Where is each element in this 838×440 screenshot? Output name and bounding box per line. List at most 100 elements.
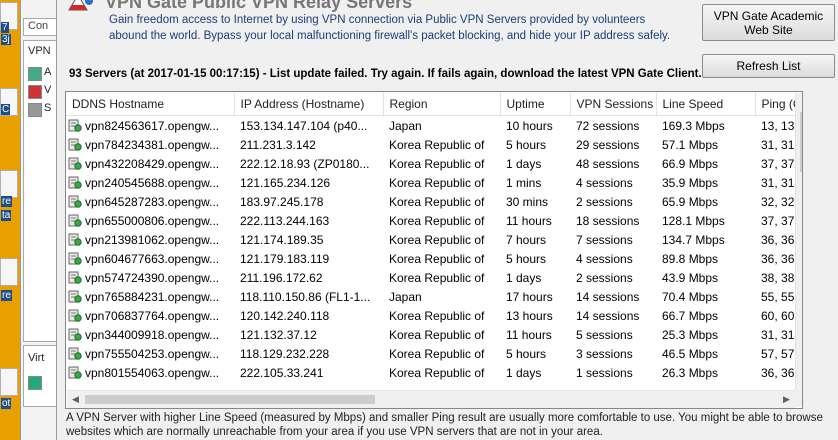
background-item-label[interactable]: S: [44, 102, 51, 114]
hostname-text: vpn784234381.opengw...: [85, 137, 220, 152]
cell-region: Korea Republic of: [389, 327, 485, 342]
table-row[interactable]: vpn432208429.opengw... 222.12.18.93 (ZP01…: [66, 154, 802, 173]
cell-ip-address: 222.105.33.241: [240, 365, 324, 380]
cell-vpn-sessions: 2 sessions: [576, 270, 633, 285]
cell-ip-address: 120.142.240.118: [240, 308, 330, 323]
cell-hostname: vpn765884231.opengw...: [66, 287, 234, 306]
table-row[interactable]: vpn784234381.opengw... 211.231.3.142 Korea…: [66, 135, 802, 154]
vpn-server-icon: [68, 290, 82, 303]
cell-hostname: vpn344009918.opengw...: [66, 325, 234, 344]
cell-vpn-sessions: 48 sessions: [576, 156, 640, 171]
scroll-left-arrow-icon[interactable]: ◀: [67, 391, 84, 408]
cell-uptime: 17 hours: [506, 289, 553, 304]
cell-uptime: 30 mins: [506, 194, 549, 209]
hostname-text: vpn432208429.opengw...: [85, 156, 220, 171]
table-row[interactable]: vpn755504253.opengw... 118.129.232.228 Kor…: [66, 344, 802, 363]
table-row[interactable]: vpn765884231.opengw... 118.110.150.86 (FL…: [66, 287, 802, 306]
desktop-file-icon[interactable]: [0, 368, 18, 396]
cell-line-speed: 134.7 Mbps: [662, 232, 725, 247]
cell-region: Korea Republic of: [389, 137, 485, 152]
cell-hostname: vpn706837764.opengw...: [66, 306, 234, 325]
hostname-text: vpn655000806.opengw...: [85, 213, 220, 228]
cell-region: Korea Republic of: [389, 232, 485, 247]
cell-vpn-sessions: 3 sessions: [576, 346, 633, 361]
table-row[interactable]: vpn344009918.opengw... 121.132.37.12 Korea…: [66, 325, 802, 344]
cell-vpn-sessions: 14 sessions: [576, 308, 640, 323]
cell-uptime: 10 hours: [506, 118, 553, 133]
vpn-server-icon: [68, 271, 82, 284]
cell-line-speed: 25.3 Mbps: [662, 327, 719, 342]
vpn-server-icon: [68, 138, 82, 151]
column-header-line-speed[interactable]: Line Speed: [656, 92, 756, 116]
scroll-up-arrow-icon[interactable]: ▲: [796, 93, 802, 110]
scroll-right-arrow-icon[interactable]: ▶: [778, 391, 795, 408]
vpn-server-icon: [68, 119, 82, 132]
hostname-text: vpn755504253.opengw...: [85, 346, 220, 361]
refresh-list-button[interactable]: Refresh List: [702, 54, 835, 78]
cell-ip-address: 211.231.3.142: [240, 137, 316, 152]
hostname-text: vpn240545688.opengw...: [85, 175, 220, 190]
cell-uptime: 11 hours: [506, 327, 552, 342]
server-list[interactable]: DDNS Hostname IP Address (Hostname) Regi…: [65, 91, 803, 409]
cell-line-speed: 46.5 Mbps: [662, 346, 719, 361]
vpn-server-icon: [68, 366, 82, 379]
footer-hint: A VPN Server with higher Line Speed (mea…: [66, 412, 823, 438]
vpn-gate-logo-icon: [68, 0, 93, 11]
table-row[interactable]: vpn706837764.opengw... 120.142.240.118 Kor…: [66, 306, 802, 325]
cell-region: Korea Republic of: [389, 156, 485, 171]
column-header-vpn-sessions[interactable]: VPN Sessions: [570, 92, 657, 116]
cell-hostname: vpn655000806.opengw...: [66, 211, 234, 230]
table-row[interactable]: vpn604677663.opengw... 121.179.183.119 Kor…: [66, 249, 802, 268]
hostname-text: vpn765884231.opengw...: [85, 289, 220, 304]
cell-region: Korea Republic of: [389, 308, 485, 323]
cell-uptime: 1 mins: [506, 175, 542, 190]
dialog-description: Gain freedom access to Internet by using…: [109, 14, 671, 42]
background-lower-icon: [28, 376, 42, 390]
cell-region: Korea Republic of: [389, 194, 485, 209]
cell-ip-address: 118.129.232.228: [240, 346, 330, 361]
desktop-file-icon[interactable]: [0, 170, 18, 198]
vpn-server-icon: [68, 214, 82, 227]
vpn-server-icon: [68, 309, 82, 322]
cell-hostname: vpn755504253.opengw...: [66, 344, 234, 363]
scroll-down-arrow-icon[interactable]: ▼: [796, 373, 802, 390]
vpn-server-icon: [68, 347, 82, 360]
cell-line-speed: 35.9 Mbps: [662, 175, 719, 190]
cell-line-speed: 70.4 Mbps: [662, 289, 719, 304]
background-item-label[interactable]: A: [44, 66, 51, 78]
vpn-server-icon: [68, 252, 82, 265]
table-row[interactable]: vpn801554063.opengw... 222.105.33.241 Kore…: [66, 363, 802, 382]
cell-vpn-sessions: 5 sessions: [576, 327, 633, 342]
cell-line-speed: 169.3 Mbps: [662, 118, 725, 133]
column-header-uptime[interactable]: Uptime: [500, 92, 571, 116]
hostname-text: vpn706837764.opengw...: [85, 308, 220, 323]
cell-vpn-sessions: 4 sessions: [576, 175, 633, 190]
table-row[interactable]: vpn655000806.opengw... 222.113.244.163 Kor…: [66, 211, 802, 230]
academic-website-button[interactable]: VPN Gate Academic Web Site: [702, 4, 835, 41]
cell-vpn-sessions: 72 sessions: [576, 118, 640, 133]
desktop-icon-label: 7: [1, 22, 9, 33]
table-row[interactable]: vpn645287283.opengw... 183.97.245.178 Kore…: [66, 192, 802, 211]
cell-hostname: vpn432208429.opengw...: [66, 154, 234, 173]
background-item-label[interactable]: V: [44, 84, 51, 96]
column-header-ip-address[interactable]: IP Address (Hostname): [234, 92, 384, 116]
column-header-hostname[interactable]: DDNS Hostname: [66, 92, 235, 116]
vpn-server-icon: [68, 328, 82, 341]
cell-vpn-sessions: 18 sessions: [576, 213, 640, 228]
background-panel-label: VPN: [28, 45, 51, 57]
background-item-icon: [28, 103, 42, 117]
table-row[interactable]: vpn824563617.opengw... 153.134.147.104 (p…: [66, 116, 802, 136]
table-row[interactable]: vpn213981062.opengw... 121.174.189.35 Kore…: [66, 230, 802, 249]
desktop-file-icon[interactable]: [0, 258, 18, 286]
desktop-icon-label: 3j: [1, 34, 11, 45]
vertical-scrollbar[interactable]: ▲ ▼: [795, 93, 802, 390]
column-header-region[interactable]: Region: [383, 92, 501, 116]
cell-uptime: 5 hours: [506, 251, 547, 266]
table-row[interactable]: vpn574724390.opengw... 211.196.172.62 Kore…: [66, 268, 802, 287]
background-item-icon: [28, 85, 42, 99]
table-row[interactable]: vpn240545688.opengw... 121.165.234.126 Kor…: [66, 173, 802, 192]
desktop-strip: 7 3j C re ta re ot: [0, 0, 22, 440]
horizontal-scrollbar[interactable]: ◀ ▶: [67, 390, 796, 408]
cell-region: Korea Republic of: [389, 251, 485, 266]
horizontal-scroll-thumb[interactable]: [85, 395, 375, 404]
